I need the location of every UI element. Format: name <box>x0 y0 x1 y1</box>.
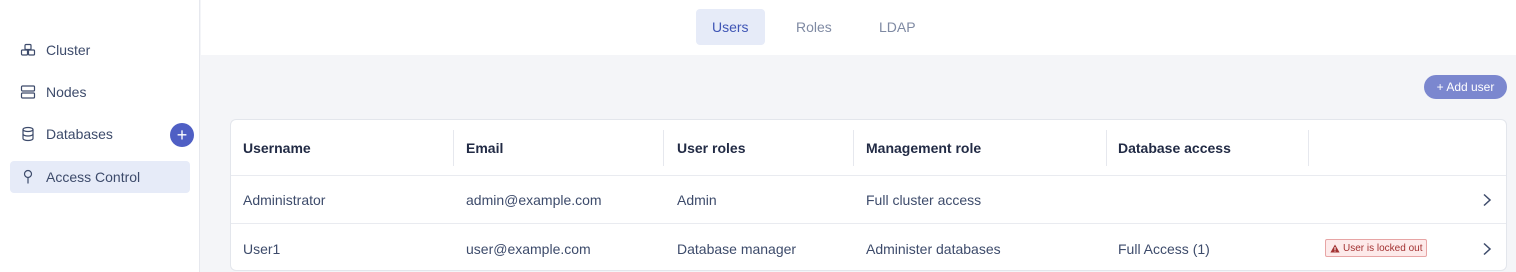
cell-email: admin@example.com <box>466 192 602 208</box>
users-table: Username Email User roles Management rol… <box>230 119 1507 271</box>
add-database-button[interactable]: + <box>170 123 194 147</box>
warning-icon <box>1330 244 1340 253</box>
cluster-icon <box>20 42 36 58</box>
tab-users[interactable]: Users <box>696 9 765 45</box>
nodes-icon <box>20 84 36 100</box>
chevron-right-icon[interactable] <box>1481 177 1493 223</box>
column-header-username[interactable]: Username <box>243 120 311 175</box>
tab-roles[interactable]: Roles <box>780 9 848 45</box>
cell-management-role: Full cluster access <box>866 192 982 208</box>
table-row[interactable]: User1 user@example.com Database manager … <box>231 225 1506 270</box>
column-divider <box>663 130 664 166</box>
column-header-user-roles[interactable]: User roles <box>677 120 745 175</box>
add-user-button[interactable]: + Add user <box>1424 75 1507 99</box>
table-header: Username Email User roles Management rol… <box>231 120 1506 176</box>
status-badge: User is locked out <box>1325 239 1428 257</box>
table-row[interactable]: Administrator admin@example.com Admin Fu… <box>231 177 1506 224</box>
sidebar-item-label: Cluster <box>46 42 91 58</box>
column-divider <box>1308 130 1309 166</box>
cell-email: user@example.com <box>466 240 591 257</box>
sidebar-item-databases[interactable]: Databases <box>10 118 190 150</box>
cell-username: User1 <box>243 240 281 257</box>
sidebar-item-cluster[interactable]: Cluster <box>10 34 190 66</box>
cell-database-access: Full Access (1) <box>1118 240 1210 257</box>
database-icon <box>20 126 36 142</box>
column-header-management-role[interactable]: Management role <box>866 120 981 175</box>
column-divider <box>853 130 854 166</box>
tab-ldap[interactable]: LDAP <box>863 9 932 45</box>
sidebar-item-access-control[interactable]: Access Control <box>10 161 190 193</box>
sidebar-item-label: Nodes <box>46 84 87 100</box>
chevron-right-icon[interactable] <box>1481 225 1493 270</box>
column-divider <box>1106 130 1107 166</box>
access-control-icon <box>20 169 36 185</box>
column-header-email[interactable]: Email <box>466 120 503 175</box>
cell-user-roles: Admin <box>677 192 717 208</box>
tab-bar: Users Roles LDAP <box>201 0 1516 55</box>
sidebar-item-nodes[interactable]: Nodes <box>10 76 190 108</box>
cell-username: Administrator <box>243 192 326 208</box>
cell-user-roles: Database manager <box>677 240 797 257</box>
column-divider <box>453 130 454 166</box>
sidebar: Cluster Nodes Databases + Access Control <box>0 0 200 272</box>
column-header-database-access[interactable]: Database access <box>1118 120 1231 175</box>
status-badge-label: User is locked out <box>1343 242 1423 254</box>
sidebar-item-label: Databases <box>46 126 113 142</box>
cell-management-role: Administer databases <box>866 240 1001 257</box>
sidebar-item-label: Access Control <box>46 169 141 185</box>
